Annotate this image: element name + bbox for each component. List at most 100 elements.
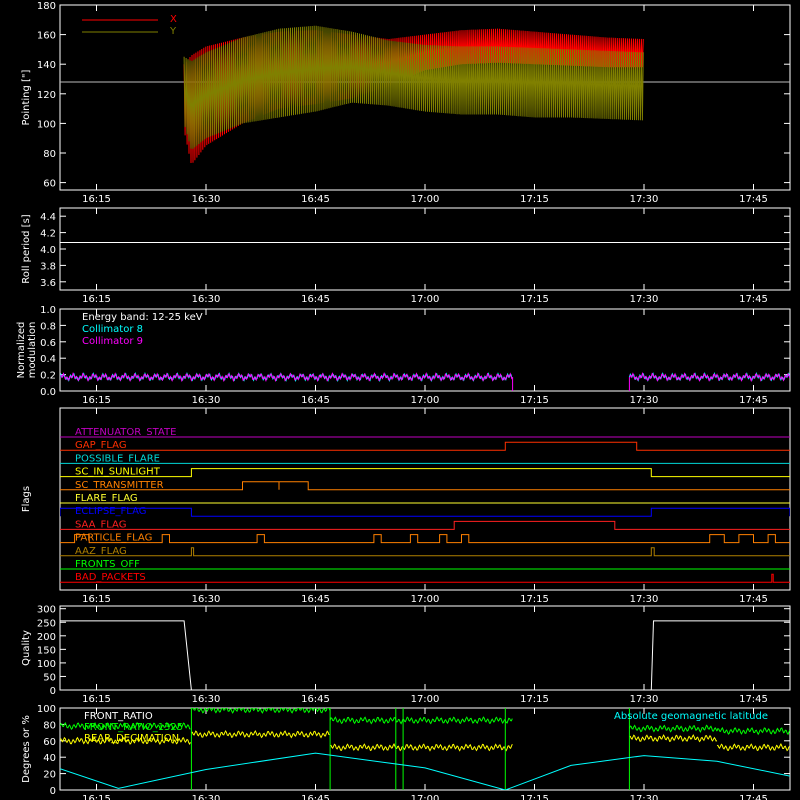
x-tick-label: 16:45 <box>301 395 330 406</box>
y-tick-label: 0 <box>50 786 56 797</box>
annotation-label: Energy band: 12-25 keV <box>82 312 203 323</box>
x-tick-label: 17:45 <box>739 794 768 800</box>
x-tick-label: 17:00 <box>411 594 440 605</box>
flag-label: FRONTS_OFF <box>75 559 140 570</box>
y-tick-label: 20 <box>43 770 56 781</box>
x-tick-label: 17:30 <box>630 294 659 305</box>
y-tick-label: 250 <box>37 618 56 629</box>
y-axis-label: Pointing ["] <box>21 69 32 125</box>
x-tick-label: 16:15 <box>82 294 111 305</box>
y-tick-label: 80 <box>43 149 56 160</box>
x-tick-label: 17:00 <box>411 794 440 800</box>
x-tick-label: 17:45 <box>739 294 768 305</box>
x-tick-label: 17:45 <box>739 395 768 406</box>
y-tick-label: 0.8 <box>40 321 56 332</box>
y-axis-label: Normalized <box>16 322 27 379</box>
y-tick-label: 200 <box>37 632 56 643</box>
legend-label: REAR_DECIMATION <box>84 733 179 744</box>
y-tick-label: 60 <box>43 179 56 190</box>
legend-label: Y <box>169 26 177 37</box>
x-tick-label: 16:15 <box>82 395 111 406</box>
flag-label: PARTICLE_FLAG <box>75 533 152 544</box>
x-tick-label: 16:15 <box>82 794 111 800</box>
flag-label: ATTENUATOR_STATE <box>75 427 176 438</box>
x-tick-label: 17:45 <box>739 194 768 205</box>
x-tick-label: 17:45 <box>739 594 768 605</box>
x-tick-label: 16:15 <box>82 694 111 705</box>
x-tick-label: 16:30 <box>192 395 221 406</box>
flag-label: SC_IN_SUNLIGHT <box>75 467 161 478</box>
y-tick-label: 140 <box>37 60 56 71</box>
flag-label: GAP_FLAG <box>75 440 127 451</box>
x-tick-label: 17:45 <box>739 694 768 705</box>
x-tick-label: 16:15 <box>82 194 111 205</box>
y-tick-label: 300 <box>37 605 56 616</box>
x-tick-label: 16:30 <box>192 694 221 705</box>
y-tick-label: 160 <box>37 31 56 42</box>
flag-label: SC_TRANSMITTER <box>75 480 164 491</box>
x-tick-label: 17:00 <box>411 194 440 205</box>
x-tick-label: 17:15 <box>520 294 549 305</box>
y-axis-label: Quality <box>21 630 32 666</box>
y-tick-label: 0.4 <box>40 354 56 365</box>
x-tick-label: 17:00 <box>411 694 440 705</box>
flag-label: AAZ_FLAG <box>75 546 127 557</box>
legend-label: FRONT_RATIO_1325 <box>84 722 183 733</box>
x-tick-label: 16:45 <box>301 594 330 605</box>
y-tick-label: 100 <box>37 119 56 130</box>
x-tick-label: 16:30 <box>192 794 221 800</box>
x-tick-label: 16:30 <box>192 194 221 205</box>
x-tick-label: 17:15 <box>520 194 549 205</box>
flag-label: SAA_FLAG <box>75 519 126 530</box>
annotation-label: Collimator 8 <box>82 324 143 335</box>
y-tick-label: 150 <box>37 645 56 656</box>
y-tick-label: 0 <box>50 686 56 697</box>
y-tick-label: 0.2 <box>40 371 56 382</box>
y-tick-label: 3.6 <box>40 278 56 289</box>
flag-label: ECLIPSE_FLAG <box>75 506 146 517</box>
x-tick-label: 16:15 <box>82 594 111 605</box>
y-axis-label: Roll period [s] <box>21 214 32 283</box>
legend-label: X <box>170 14 177 25</box>
y-tick-label: 3.8 <box>40 261 56 272</box>
legend-label: FRONT_RATIO <box>84 711 153 722</box>
y-tick-label: 0.0 <box>40 387 56 398</box>
annotation-label: Collimator 9 <box>82 336 143 347</box>
y-tick-label: 100 <box>37 659 56 670</box>
x-tick-label: 16:45 <box>301 694 330 705</box>
y-tick-label: 60 <box>43 737 56 748</box>
y-tick-label: 0.6 <box>40 338 56 349</box>
y-tick-label: 120 <box>37 90 56 101</box>
y-tick-label: 40 <box>43 753 56 764</box>
y-tick-label: 1.0 <box>40 305 56 316</box>
quicklook-plot-canvas: 16:15 16:30 16:45 17:00 17:15 17:30 17:45 60 80 1… <box>0 0 800 800</box>
legend-label: Absolute geomagnetic latitude <box>614 711 768 722</box>
x-tick-label: 17:00 <box>411 294 440 305</box>
x-tick-label: 17:30 <box>630 594 659 605</box>
y-tick-label: 100 <box>37 704 56 715</box>
y-axis-label: Degrees or % <box>21 715 32 783</box>
y-tick-label: 4.0 <box>40 245 56 256</box>
y-tick-label: 50 <box>43 672 56 683</box>
x-tick-label: 17:15 <box>520 395 549 406</box>
flag-label: POSSIBLE_FLARE <box>75 453 160 464</box>
y-tick-label: 180 <box>37 1 56 12</box>
x-tick-label: 16:45 <box>301 194 330 205</box>
x-tick-label: 16:30 <box>192 594 221 605</box>
x-tick-label: 17:15 <box>520 794 549 800</box>
y-tick-label: 4.2 <box>40 229 56 240</box>
x-tick-label: 17:30 <box>630 794 659 800</box>
x-tick-label: 17:15 <box>520 594 549 605</box>
x-tick-label: 17:15 <box>520 694 549 705</box>
x-tick-label: 17:30 <box>630 194 659 205</box>
x-tick-label: 16:30 <box>192 294 221 305</box>
x-tick-label: 16:45 <box>301 294 330 305</box>
x-tick-label: 17:00 <box>411 395 440 406</box>
y-axis-label: Flags <box>21 486 32 512</box>
y-axis-label: modulation <box>27 322 38 379</box>
x-tick-label: 16:45 <box>301 794 330 800</box>
y-tick-label: 4.4 <box>40 212 56 223</box>
x-tick-label: 17:30 <box>630 395 659 406</box>
flag-label: BAD_PACKETS <box>75 572 146 583</box>
x-tick-label: 17:30 <box>630 694 659 705</box>
